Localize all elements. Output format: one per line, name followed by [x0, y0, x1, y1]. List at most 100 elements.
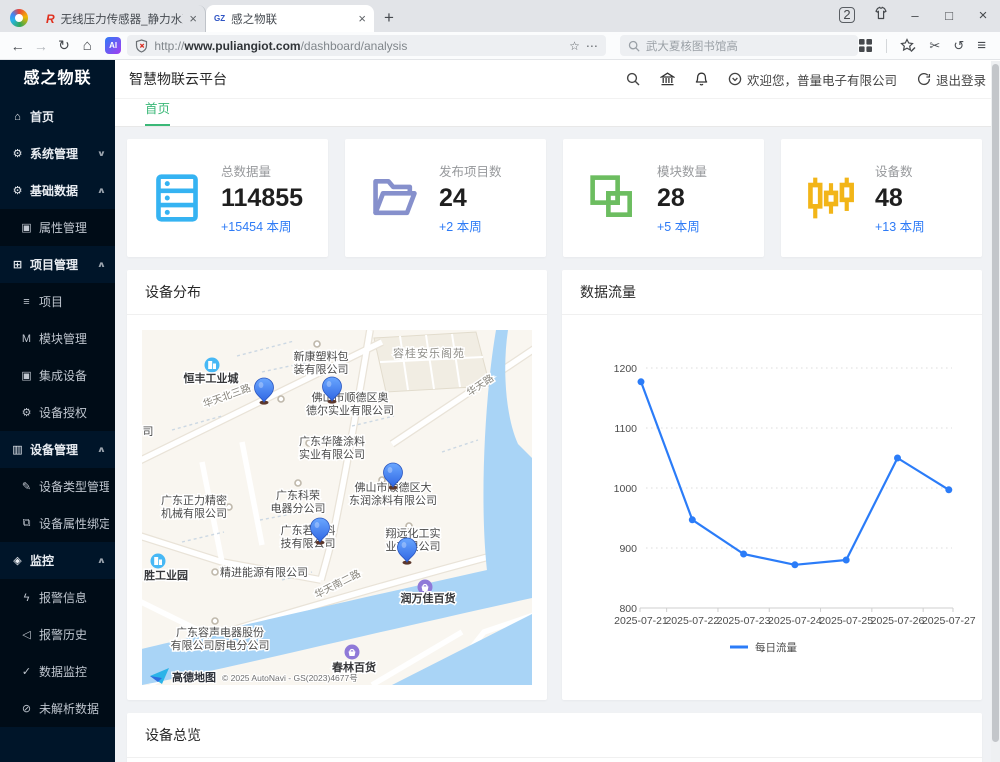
sidebar-item-alarm-info[interactable]: ϟ报警信息 [0, 579, 115, 616]
data-point [894, 455, 901, 462]
sidebar-item-device-attribute-binding[interactable]: ⧉设备属性绑定 [0, 505, 115, 542]
device-type-management-icon: ✎ [20, 480, 33, 493]
app-root: 感之物联 ⌂首页⚙系统管理∨⚙基础数据∧▣属性管理⊞项目管理∧≡项目M模块管理▣… [0, 60, 1000, 762]
tab-count-badge[interactable]: 2 [839, 7, 855, 23]
header-search-icon[interactable] [626, 72, 640, 86]
x-axis-tick: 2025-07-22 [665, 615, 719, 627]
home-icon[interactable]: ⌂ [76, 37, 99, 54]
apps-grid-icon[interactable] [858, 38, 873, 53]
user-welcome[interactable]: 欢迎您，普量电子有限公司 [728, 70, 897, 89]
sidebar-item-alarm-history[interactable]: ◁报警历史 [0, 616, 115, 653]
stat-card-database: 总数据量114855+15454 本周 [127, 139, 328, 257]
logout-button[interactable]: 退出登录 [917, 70, 986, 89]
legend-daily-flow[interactable]: 每日流量 [730, 641, 797, 654]
close-button[interactable]: × [966, 7, 1000, 24]
sidebar-item-attribute-management[interactable]: ▣属性管理 [0, 209, 115, 246]
address-bar[interactable]: http://www.puliangiot.com/dashboard/anal… [127, 35, 606, 56]
maximize-button[interactable]: □ [932, 8, 966, 23]
bookmark-star-icon[interactable]: ☆ [569, 39, 580, 53]
sidebar-item-home[interactable]: ⌂首页 [0, 98, 115, 135]
attribute-management-icon: ▣ [20, 221, 33, 234]
browser-window: R 无线压力传感器_静力水准仪_ × GZ 感之物联 × + 2 – □ × ←… [0, 0, 1000, 762]
scissors-icon[interactable]: ✂ [929, 38, 940, 54]
sidebar-menu: ⌂首页⚙系统管理∨⚙基础数据∧▣属性管理⊞项目管理∧≡项目M模块管理▣集成设备⚙… [0, 98, 115, 727]
back-icon[interactable]: ← [6, 38, 29, 54]
unparsed-data-icon: ⊘ [20, 702, 33, 715]
sidebar-item-project-management[interactable]: ⊞项目管理∧ [0, 246, 115, 283]
data-monitoring-icon: ✓ [20, 665, 33, 678]
y-axis-tick: 1200 [614, 363, 638, 375]
sidebar-item-data-monitoring[interactable]: ✓数据监控 [0, 653, 115, 690]
browser-tab-1[interactable]: R 无线压力传感器_静力水准仪_ × [38, 5, 206, 32]
tab2-close-icon[interactable]: × [358, 11, 366, 26]
stat-card-candles: 设备数48+13 本周 [781, 139, 982, 257]
folder-icon [370, 173, 420, 223]
browser-tab-2[interactable]: GZ 感之物联 × [206, 5, 374, 32]
map-label: 广东正力精密机械有限公司 [161, 493, 227, 520]
sidebar-item-integrated-device[interactable]: ▣集成设备 [0, 357, 115, 394]
y-axis-tick: 1000 [614, 483, 638, 495]
sidebar-item-device-authorization[interactable]: ⚙设备授权 [0, 394, 115, 431]
tab1-favicon: R [46, 12, 55, 26]
tab-home-page[interactable]: 首页 [145, 98, 170, 126]
welcome-text: 欢迎您，普量电子有限公司 [747, 70, 897, 89]
sidebar-item-monitoring[interactable]: ◈监控∧ [0, 542, 115, 579]
legend-label: 每日流量 [755, 641, 797, 654]
data-flow-series-line [641, 382, 949, 565]
forward-icon[interactable]: → [29, 38, 52, 54]
browser-search-box[interactable]: 武大夏核图书馆高 [620, 35, 859, 56]
device-distribution-map[interactable]: 新康塑料包装有限公司容桂安乐阁苑恒丰工业城华天北三路华天路佛山市顺德区奥德尔实业… [142, 330, 532, 685]
minimize-button[interactable]: – [898, 8, 932, 23]
undo-icon[interactable]: ↺ [953, 38, 964, 54]
new-tab-button[interactable]: + [374, 8, 406, 32]
menu-icon[interactable]: ≡ [977, 37, 986, 54]
chevron-down-icon: ∨ [96, 149, 111, 158]
home-icon: ⌂ [11, 111, 24, 123]
search-icon [628, 40, 640, 52]
app-header: 智慧物联云平台 欢迎您，普量电子有限公司 [115, 60, 1000, 98]
device-distribution-panel: 设备分布 [127, 270, 547, 700]
sidebar-item-device-type-management[interactable]: ✎设备类型管理 [0, 468, 115, 505]
sidebar-item-system-management[interactable]: ⚙系统管理∨ [0, 135, 115, 172]
project-icon: ≡ [20, 296, 33, 308]
map-label: 春林百货 [332, 660, 376, 674]
amap-logo-text: 高德地图 [172, 670, 216, 684]
map-label: 润万佳百货 [401, 591, 456, 605]
y-axis-tick: 1100 [614, 423, 637, 435]
app-logo[interactable]: 感之物联 [0, 60, 115, 98]
notification-bell-icon[interactable] [695, 72, 708, 87]
page-scrollbar-thumb[interactable] [992, 64, 999, 742]
data-point [740, 551, 747, 558]
browser-logo-icon[interactable] [10, 9, 28, 27]
building-poi-icon [151, 554, 166, 569]
integrated-device-icon: ▣ [20, 369, 33, 382]
favorites-star-icon[interactable] [900, 38, 916, 53]
x-axis-tick: 2025-07-21 [614, 615, 668, 627]
shopping-poi-icon [345, 645, 360, 660]
x-axis-tick: 2025-07-23 [717, 615, 771, 627]
sidebar-item-basic-data[interactable]: ⚙基础数据∧ [0, 172, 115, 209]
tab1-close-icon[interactable]: × [189, 11, 197, 26]
map-label: 佛山市顺德区奥德尔实业有限公司 [306, 390, 394, 417]
portal-bank-icon[interactable] [660, 72, 675, 86]
theme-shirt-icon[interactable] [864, 6, 898, 24]
alarm-info-icon: ϟ [20, 592, 33, 604]
sidebar-item-project[interactable]: ≡项目 [0, 283, 115, 320]
project-management-icon: ⊞ [11, 258, 24, 271]
map-label: 恒丰工业城 [184, 371, 239, 385]
ai-assistant-icon[interactable]: AI [105, 37, 121, 54]
sidebar-item-device-management[interactable]: ▥设备管理∧ [0, 431, 115, 468]
alarm-history-icon: ◁ [20, 628, 33, 641]
data-point [791, 561, 798, 568]
sidebar-item-unparsed-data[interactable]: ⊘未解析数据 [0, 690, 115, 727]
more-dots-icon[interactable]: ⋯ [586, 39, 598, 53]
insecure-shield-icon[interactable] [135, 39, 148, 53]
stat-label: 发布项目数 [439, 161, 502, 180]
x-axis-tick: 2025-07-25 [819, 615, 873, 627]
data-point [689, 516, 696, 523]
sidebar-item-module-management[interactable]: M模块管理 [0, 320, 115, 357]
reload-icon[interactable]: ↻ [52, 37, 75, 54]
data-flow-line-chart[interactable]: 8009001000110012002025-07-212025-07-2220… [562, 315, 982, 700]
candles-icon [806, 173, 856, 223]
chevron-up-icon: ∧ [96, 445, 111, 454]
